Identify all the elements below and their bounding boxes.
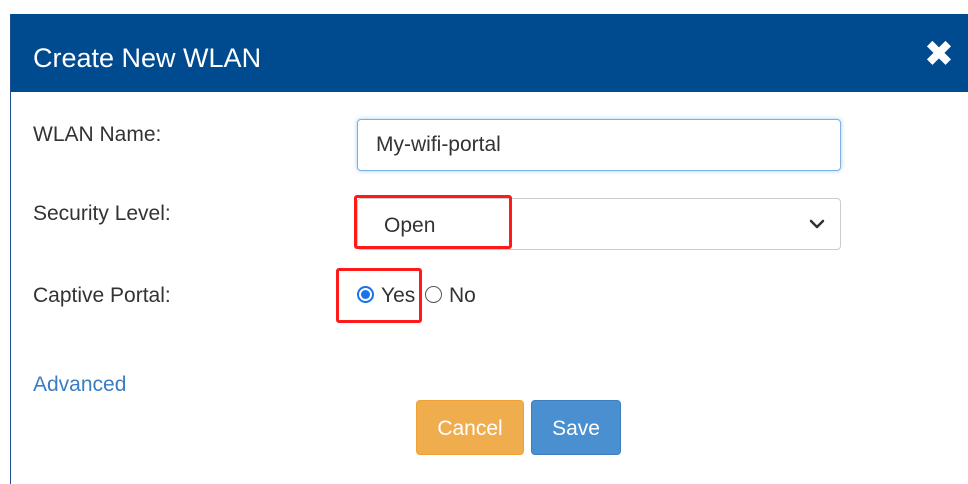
close-icon[interactable]: ✖ — [919, 34, 959, 74]
chevron-down-icon — [809, 219, 825, 229]
wlan-name-input[interactable] — [357, 119, 841, 171]
dialog-header: Create New WLAN ✖ — [11, 14, 968, 92]
captive-portal-no-radio[interactable] — [425, 286, 442, 303]
captive-portal-highlight — [336, 268, 422, 323]
save-button[interactable]: Save — [531, 400, 621, 455]
security-level-highlight — [354, 195, 512, 249]
advanced-link[interactable]: Advanced — [33, 371, 126, 399]
create-wlan-dialog: Create New WLAN ✖ WLAN Name: Security Le… — [10, 14, 968, 484]
wlan-name-label: WLAN Name: — [33, 123, 162, 146]
cancel-button[interactable]: Cancel — [416, 400, 524, 455]
captive-portal-no-label[interactable]: No — [449, 282, 476, 310]
dialog-title: Create New WLAN — [33, 43, 262, 73]
security-level-label: Security Level: — [33, 202, 171, 225]
captive-portal-label: Captive Portal: — [33, 284, 171, 307]
